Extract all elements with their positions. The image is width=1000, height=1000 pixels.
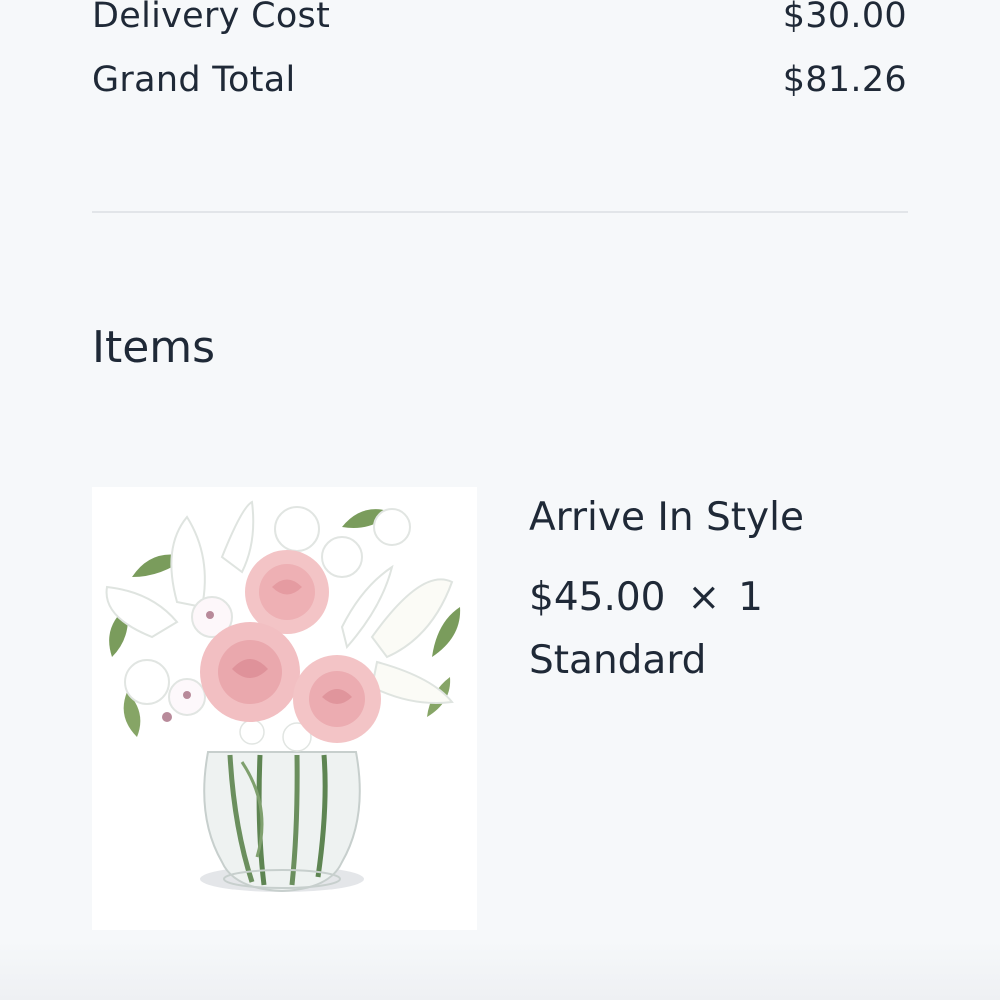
bottom-fade (0, 940, 1000, 1000)
item-option: Standard (529, 638, 707, 683)
delivery-cost-value: $30.00 (782, 0, 907, 36)
delivery-cost-label: Delivery Cost (92, 0, 331, 36)
item-name[interactable]: Arrive In Style (529, 494, 804, 542)
item-price: $45.00 (529, 575, 666, 620)
order-details-page: Delivery Cost $30.00 Grand Total $81.26 … (0, 0, 1000, 1000)
order-item: Arrive In Style $45.00 × 1 Standard (92, 487, 908, 930)
multiply-sign: × (687, 575, 721, 620)
grand-total-value: $81.26 (782, 60, 907, 100)
product-image[interactable] (92, 487, 477, 930)
item-price-line: $45.00 × 1 (529, 574, 763, 622)
flower-bouquet-illustration (105, 500, 461, 893)
delivery-cost-row: Delivery Cost $30.00 (92, 0, 907, 38)
grand-total-row: Grand Total $81.26 (92, 58, 907, 102)
items-heading: Items (92, 322, 216, 373)
grand-total-label: Grand Total (92, 60, 296, 100)
item-quantity: 1 (738, 575, 763, 620)
section-divider (92, 211, 908, 213)
